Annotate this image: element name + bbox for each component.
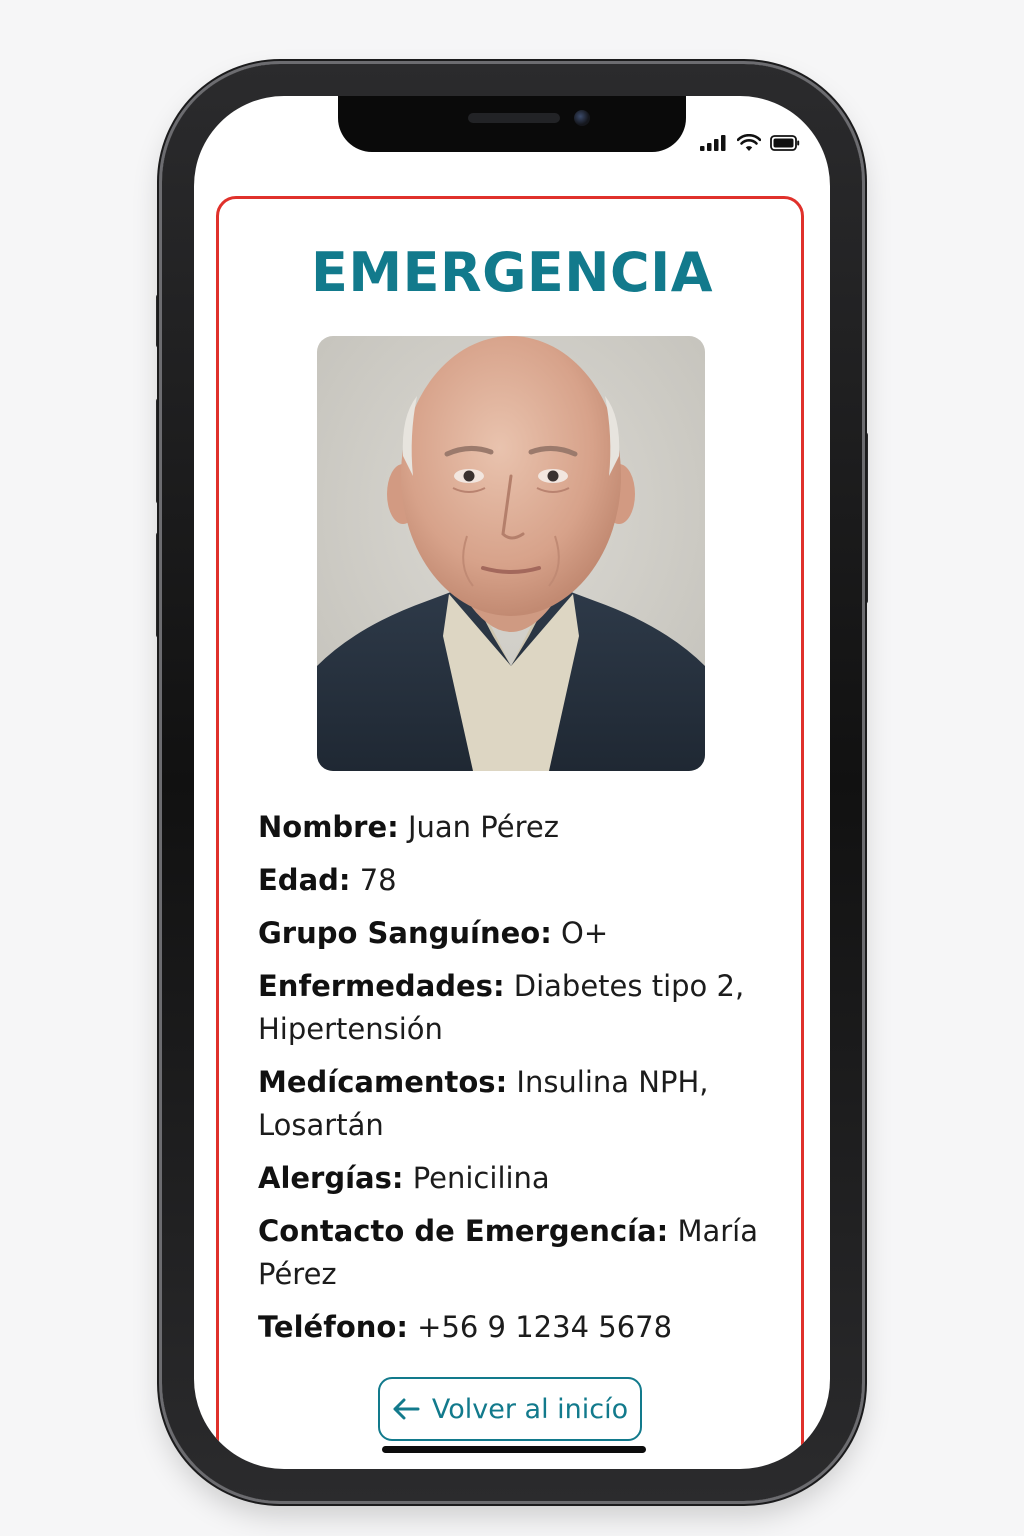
portrait-image <box>317 336 705 771</box>
arrow-left-icon <box>393 1398 420 1420</box>
patient-info-list: Nombre: Juan Pérez Edad: 78 Grupo Sanguí… <box>258 806 768 1359</box>
field-grupo-sanguineo: Grupo Sanguíneo: O+ <box>258 912 768 955</box>
home-indicator <box>382 1446 646 1453</box>
power-button <box>862 432 868 604</box>
field-label: Edad: <box>258 863 351 897</box>
field-telefono: Teléfono: +56 9 1234 5678 <box>258 1306 768 1349</box>
field-enfermedades: Enfermedades: Diabetes tipo 2, Hipertens… <box>258 965 768 1051</box>
status-bar <box>700 134 800 152</box>
field-medicamentos: Medícamentos: Insulina NPH, Losartán <box>258 1061 768 1147</box>
field-value: 78 <box>359 863 397 897</box>
field-contacto-emergencia: Contacto de Emergencía: María Pérez <box>258 1210 768 1296</box>
front-camera <box>574 110 590 126</box>
field-label: Enfermedades: <box>258 969 505 1003</box>
wifi-icon <box>737 134 761 151</box>
field-value: Penicilina <box>412 1161 550 1195</box>
signal-icon <box>700 135 726 151</box>
stage: EMERGENCIA Nombre: Juan Pérez Edad: 78 G… <box>0 0 1024 1536</box>
field-label: Contacto de Emergencía: <box>258 1214 669 1248</box>
field-label: Alergías: <box>258 1161 404 1195</box>
phone-screen: EMERGENCIA Nombre: Juan Pérez Edad: 78 G… <box>194 96 830 1469</box>
field-value: Juan Pérez <box>407 810 559 844</box>
field-nombre: Nombre: Juan Pérez <box>258 806 768 849</box>
field-alergias: Alergías: Penicilina <box>258 1157 768 1200</box>
field-value: +56 9 1234 5678 <box>417 1310 673 1344</box>
field-label: Teléfono: <box>258 1310 408 1344</box>
battery-icon <box>770 135 800 151</box>
back-button-label: Volver al inicío <box>431 1393 629 1425</box>
page-title: EMERGENCIA <box>310 241 713 304</box>
field-label: Medícamentos: <box>258 1065 508 1099</box>
field-label: Nombre: <box>258 810 399 844</box>
back-to-home-button[interactable]: Volver al inicío <box>378 1377 642 1441</box>
field-label: Grupo Sanguíneo: <box>258 916 552 950</box>
notch <box>338 96 686 152</box>
patient-photo <box>317 336 705 771</box>
field-value: O+ <box>561 916 609 950</box>
field-edad: Edad: 78 <box>258 859 768 902</box>
speaker-grille <box>468 113 560 123</box>
